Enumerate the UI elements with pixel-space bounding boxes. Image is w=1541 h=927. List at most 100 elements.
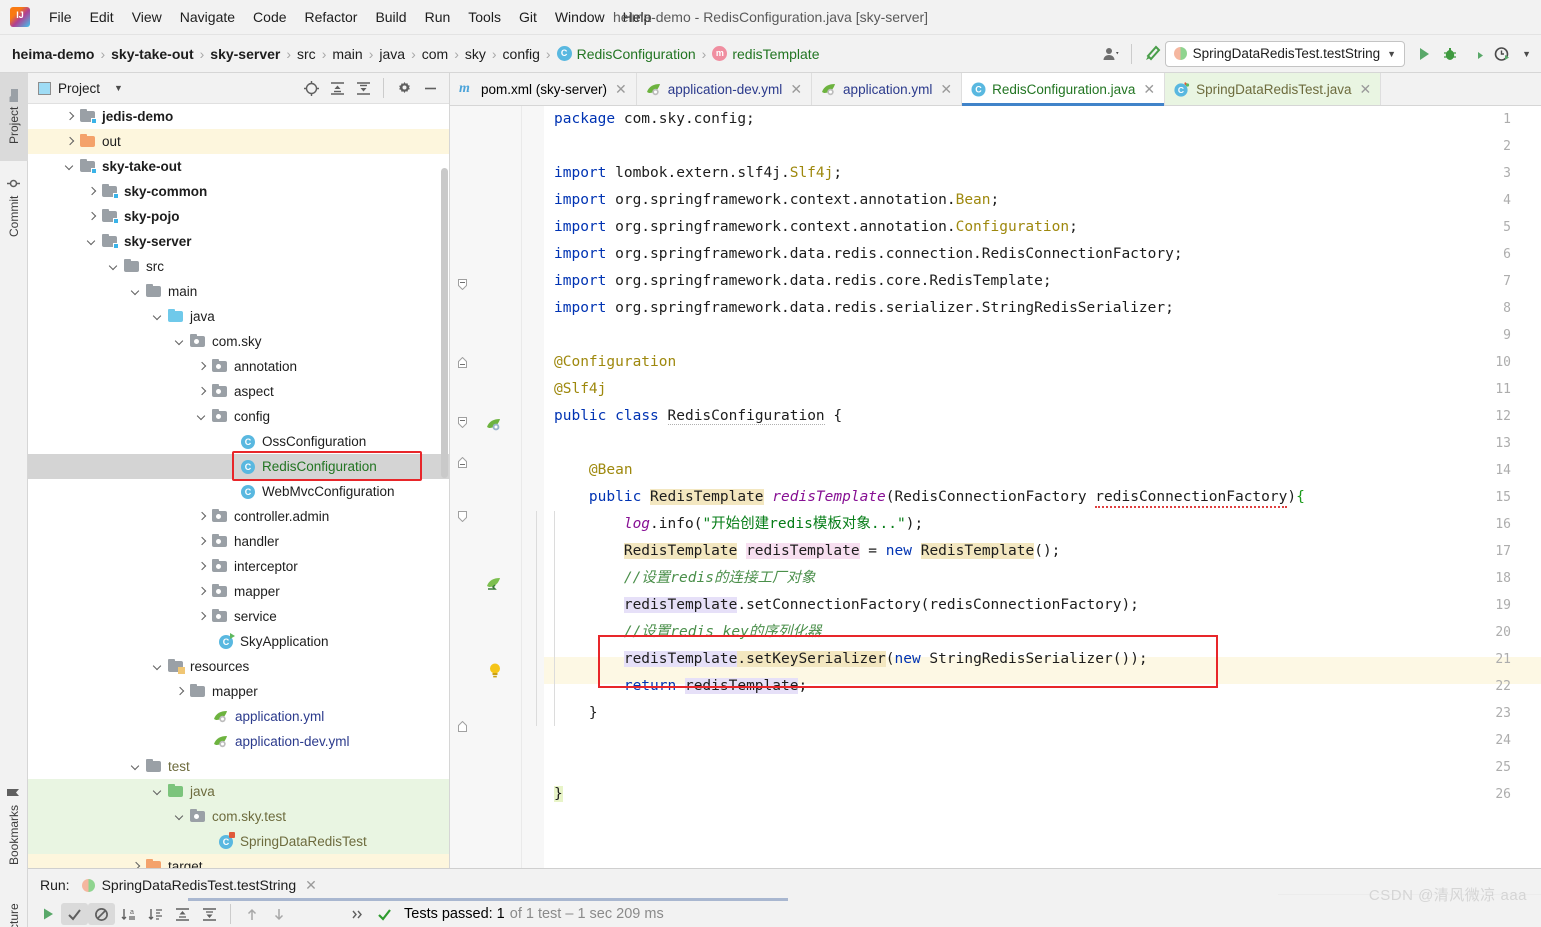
chevron-right-icon[interactable] (174, 685, 187, 698)
tree-row-test[interactable]: test (28, 754, 449, 779)
sidebar-item-bookmarks[interactable]: Bookmarks (0, 773, 28, 878)
sidebar-item-commit[interactable]: Commit (0, 161, 28, 253)
collapse-all-icon[interactable] (196, 903, 223, 925)
chevron-right-icon[interactable] (196, 535, 209, 548)
menu-item-code[interactable]: Code (244, 6, 295, 28)
tree-row-resources[interactable]: resources (28, 654, 449, 679)
chevron-down-icon[interactable] (108, 260, 121, 273)
tab-application-dev-yml[interactable]: application-dev.yml ✕ (637, 73, 813, 105)
next-failed-icon[interactable] (265, 903, 292, 925)
close-icon[interactable]: ✕ (615, 81, 627, 98)
chevron-right-icon[interactable] (130, 860, 143, 868)
fold-marker-imports-start[interactable] (458, 278, 467, 291)
menu-item-git[interactable]: Git (510, 6, 546, 28)
tab-pom-xml[interactable]: m pom.xml (sky-server) ✕ (450, 73, 637, 105)
code-text[interactable]: package com.sky.config; import lombok.ex… (544, 106, 1541, 868)
project-tree[interactable]: jedis-demo out sky-take-out sky-common s… (28, 104, 449, 868)
chevron-down-icon[interactable] (64, 160, 77, 173)
breadcrumb-item-java[interactable]: java (379, 46, 405, 62)
menu-item-edit[interactable]: Edit (81, 6, 123, 28)
chevron-down-icon[interactable] (152, 660, 165, 673)
bean-overridden-gutter-icon[interactable] (486, 576, 502, 592)
fold-marker-method[interactable] (458, 510, 467, 523)
menu-item-view[interactable]: View (123, 6, 171, 28)
expand-all-icon[interactable] (169, 903, 196, 925)
tree-row-handler[interactable]: handler (28, 529, 449, 554)
tree-row-ossconfiguration[interactable]: C OssConfiguration (28, 429, 449, 454)
sort-alpha-icon[interactable]: a (115, 903, 142, 925)
prev-failed-icon[interactable] (238, 903, 265, 925)
tab-application-yml[interactable]: application.yml ✕ (812, 73, 963, 105)
chevron-down-icon[interactable] (196, 410, 209, 423)
toggle-passed-icon[interactable] (61, 903, 88, 925)
fold-marker-class[interactable] (458, 416, 467, 429)
tree-row-service[interactable]: service (28, 604, 449, 629)
menu-item-refactor[interactable]: Refactor (296, 6, 367, 28)
tree-scrollbar[interactable] (441, 168, 448, 478)
run-icon[interactable] (1411, 41, 1437, 67)
sidebar-item-project[interactable]: Project (0, 73, 28, 161)
menu-item-file[interactable]: File (40, 6, 81, 28)
chevron-down-icon[interactable] (86, 235, 99, 248)
tree-row-annotation[interactable]: annotation (28, 354, 449, 379)
chevron-right-icon[interactable] (86, 210, 99, 223)
tree-row-jedis-demo[interactable]: jedis-demo (28, 104, 449, 129)
chevron-right-icon[interactable] (196, 585, 209, 598)
chevron-down-icon[interactable] (174, 335, 187, 348)
tree-row-java[interactable]: java (28, 304, 449, 329)
chevron-right-icon[interactable] (86, 185, 99, 198)
run-configuration-selector[interactable]: SpringDataRedisTest.testString ▼ (1164, 40, 1406, 67)
more-icon[interactable] (344, 903, 371, 925)
tree-row-src[interactable]: src (28, 254, 449, 279)
chevron-down-icon[interactable] (174, 810, 187, 823)
expand-all-icon[interactable] (324, 75, 350, 101)
run-with-coverage-icon[interactable] (1463, 41, 1489, 67)
breadcrumb-item-sky-take-out[interactable]: sky-take-out (111, 46, 193, 62)
intention-bulb-icon[interactable] (488, 662, 504, 678)
close-icon[interactable]: ✕ (305, 877, 317, 894)
breadcrumb-item-com[interactable]: com (422, 46, 448, 62)
tree-row-resources-mapper[interactable]: mapper (28, 679, 449, 704)
toolbar-more-chevron-icon[interactable]: ▼ (1522, 49, 1531, 59)
tree-row-aspect[interactable]: aspect (28, 379, 449, 404)
menu-item-run[interactable]: Run (416, 6, 460, 28)
spring-bean-gutter-icon[interactable] (486, 417, 502, 433)
tree-row-target[interactable]: target (28, 854, 449, 868)
tree-row-sky-common[interactable]: sky-common (28, 179, 449, 204)
close-icon[interactable]: ✕ (790, 81, 802, 98)
hammer-build-icon[interactable] (1139, 41, 1165, 67)
chevron-right-icon[interactable] (196, 610, 209, 623)
menu-item-window[interactable]: Window (546, 6, 614, 28)
tree-row-com-sky[interactable]: com.sky (28, 329, 449, 354)
breadcrumb-item-heima-demo[interactable]: heima-demo (12, 46, 94, 62)
tree-row-application-yml[interactable]: application.yml (28, 704, 449, 729)
breadcrumb-item-redistemplate[interactable]: redisTemplate (732, 46, 819, 62)
tree-row-com-sky-test[interactable]: com.sky.test (28, 804, 449, 829)
tree-row-webmvcconfiguration[interactable]: C WebMvcConfiguration (28, 479, 449, 504)
code-editor[interactable]: 1 2 3 4 5 6 7 8 9 10 11 12 13 14 15 16 1… (450, 106, 1541, 868)
chevron-down-icon[interactable] (130, 285, 143, 298)
toggle-ignored-icon[interactable] (88, 903, 115, 925)
fold-marker-imports-end[interactable] (458, 356, 467, 368)
tree-row-redisconfiguration[interactable]: C RedisConfiguration (28, 454, 449, 479)
tree-row-springdataredistest[interactable]: C SpringDataRedisTest (28, 829, 449, 854)
rerun-icon[interactable] (34, 903, 61, 925)
locate-icon[interactable] (298, 75, 324, 101)
sort-duration-icon[interactable] (142, 903, 169, 925)
chevron-right-icon[interactable] (196, 510, 209, 523)
gear-icon[interactable] (391, 75, 417, 101)
tree-row-test-java[interactable]: java (28, 779, 449, 804)
chevron-down-icon[interactable] (152, 785, 165, 798)
tree-row-interceptor[interactable]: interceptor (28, 554, 449, 579)
fold-marker-annotations[interactable] (458, 456, 467, 468)
tree-row-controller-admin[interactable]: controller.admin (28, 504, 449, 529)
tree-row-skyapplication[interactable]: C SkyApplication (28, 629, 449, 654)
chevron-right-icon[interactable] (64, 110, 77, 123)
tree-row-config[interactable]: config (28, 404, 449, 429)
breadcrumb-item-sky[interactable]: sky (465, 46, 486, 62)
menu-item-tools[interactable]: Tools (459, 6, 510, 28)
editor-fold-column[interactable] (522, 106, 544, 868)
chevron-down-icon[interactable] (152, 310, 165, 323)
breadcrumb-item-redisconfiguration[interactable]: RedisConfiguration (577, 46, 696, 62)
tree-row-out[interactable]: out (28, 129, 449, 154)
